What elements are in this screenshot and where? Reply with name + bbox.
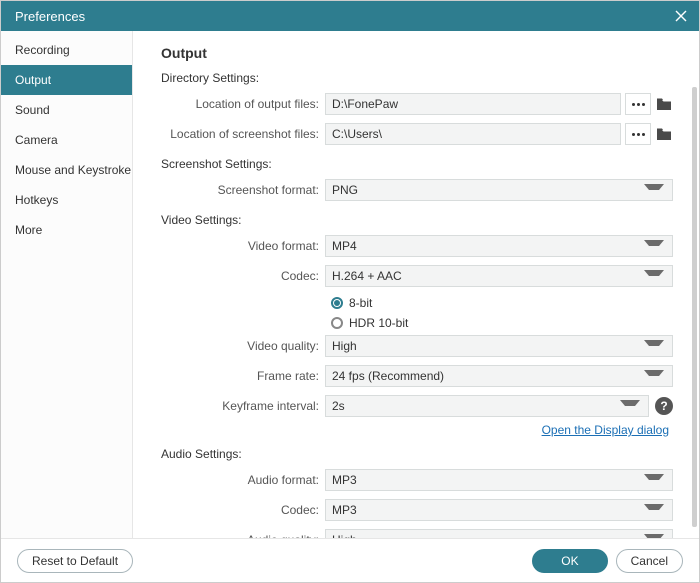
main: Recording Output Sound Camera Mouse and … [1,31,699,538]
row-screenshot-format: Screenshot format: PNG [161,177,673,203]
label-frame-rate: Frame rate: [161,369,325,383]
sidebar-item-camera[interactable]: Camera [1,125,132,155]
sidebar-item-mouse-keystroke[interactable]: Mouse and Keystroke [1,155,132,185]
row-video-format: Video format: MP4 [161,233,673,259]
window-title: Preferences [15,9,85,24]
open-display-dialog-link[interactable]: Open the Display dialog [542,423,669,437]
sidebar-item-label: More [15,223,42,237]
ellipsis-icon [632,133,645,136]
select-value: MP3 [332,503,357,517]
row-audio-codec: Codec: MP3 [161,497,673,523]
select-audio-codec[interactable]: MP3 [325,499,673,521]
select-value: High [332,533,357,538]
select-value: PNG [332,183,358,197]
browse-output-button[interactable] [625,93,651,115]
sidebar-item-hotkeys[interactable]: Hotkeys [1,185,132,215]
page-title: Output [161,45,673,61]
select-value: MP4 [332,239,357,253]
link-row: Open the Display dialog [161,423,673,437]
label-audio-format: Audio format: [161,473,325,487]
scrollbar[interactable] [692,87,697,527]
row-video-codec: Codec: H.264 + AAC [161,263,673,289]
radio-label: 8-bit [349,296,372,310]
section-audio-title: Audio Settings: [161,447,673,461]
sidebar-item-label: Camera [15,133,58,147]
label-screenshot-format: Screenshot format: [161,183,325,197]
select-screenshot-format[interactable]: PNG [325,179,673,201]
ellipsis-icon [632,103,645,106]
footer: Reset to Default OK Cancel [1,538,699,582]
input-output-location[interactable]: D:\FonePaw [325,93,621,115]
cancel-button[interactable]: Cancel [616,549,683,573]
input-value: C:\Users\ [332,127,382,141]
select-video-codec[interactable]: H.264 + AAC [325,265,673,287]
row-audio-format: Audio format: MP3 [161,467,673,493]
row-keyframe-interval: Keyframe interval: 2s ? [161,393,673,419]
section-directory-title: Directory Settings: [161,71,673,85]
row-screenshot-location: Location of screenshot files: C:\Users\ [161,121,673,147]
select-value: 24 fps (Recommend) [332,369,444,383]
section-screenshot-title: Screenshot Settings: [161,157,673,171]
browse-screenshot-button[interactable] [625,123,651,145]
select-value: MP3 [332,473,357,487]
label-audio-quality: Audio quality: [161,533,325,538]
row-output-location: Location of output files: D:\FonePaw [161,91,673,117]
select-keyframe-interval[interactable]: 2s [325,395,649,417]
reset-button[interactable]: Reset to Default [17,549,133,573]
titlebar: Preferences [1,1,699,31]
open-output-folder-button[interactable] [655,93,673,115]
sidebar-item-label: Mouse and Keystroke [15,163,131,177]
select-value: High [332,339,357,353]
label-video-codec: Codec: [161,269,325,283]
sidebar-item-label: Sound [15,103,50,117]
sidebar-item-sound[interactable]: Sound [1,95,132,125]
open-screenshot-folder-button[interactable] [655,123,673,145]
scrollpane: Output Directory Settings: Location of o… [133,31,691,538]
close-icon[interactable] [673,8,689,24]
radio-icon [331,317,343,329]
sidebar-item-more[interactable]: More [1,215,132,245]
label-keyframe-interval: Keyframe interval: [161,399,325,413]
radio-label: HDR 10-bit [349,316,408,330]
select-audio-quality[interactable]: High [325,529,673,538]
select-audio-format[interactable]: MP3 [325,469,673,491]
input-value: D:\FonePaw [332,97,398,111]
select-frame-rate[interactable]: 24 fps (Recommend) [325,365,673,387]
folder-icon [656,127,672,141]
section-video-title: Video Settings: [161,213,673,227]
label-audio-codec: Codec: [161,503,325,517]
sidebar-item-output[interactable]: Output [1,65,132,95]
label-video-quality: Video quality: [161,339,325,353]
footer-right: OK Cancel [532,549,683,573]
row-frame-rate: Frame rate: 24 fps (Recommend) [161,363,673,389]
ok-button[interactable]: OK [532,549,607,573]
sidebar: Recording Output Sound Camera Mouse and … [1,31,133,538]
row-audio-quality: Audio quality: High [161,527,673,538]
select-value: 2s [332,399,345,413]
input-screenshot-location[interactable]: C:\Users\ [325,123,621,145]
label-video-format: Video format: [161,239,325,253]
radio-8bit[interactable]: 8-bit [331,293,673,313]
help-icon[interactable]: ? [655,397,673,415]
select-video-format[interactable]: MP4 [325,235,673,257]
select-value: H.264 + AAC [332,269,402,283]
radio-icon [331,297,343,309]
row-video-quality: Video quality: High [161,333,673,359]
label-output-location: Location of output files: [161,97,325,111]
content: Output Directory Settings: Location of o… [133,31,699,538]
sidebar-item-label: Recording [15,43,70,57]
sidebar-item-recording[interactable]: Recording [1,35,132,65]
sidebar-item-label: Hotkeys [15,193,58,207]
radio-hdr10[interactable]: HDR 10-bit [331,313,673,333]
label-screenshot-location: Location of screenshot files: [161,127,325,141]
sidebar-item-label: Output [15,73,51,87]
folder-icon [656,97,672,111]
select-video-quality[interactable]: High [325,335,673,357]
